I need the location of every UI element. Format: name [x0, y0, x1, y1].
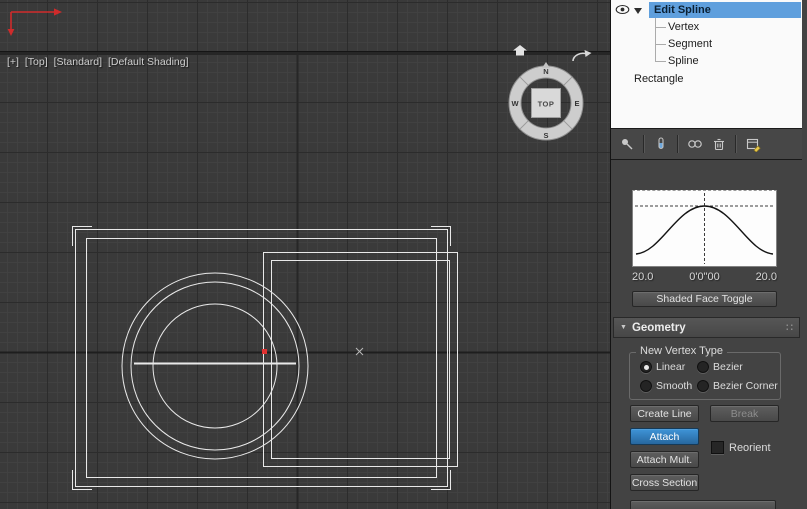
- viewcube-e-label: E: [574, 99, 579, 108]
- falloff-right-value: 20.0: [755, 271, 777, 283]
- falloff-left-value: 20.0: [632, 271, 654, 283]
- viewport-menu-general[interactable]: [+]: [7, 56, 19, 68]
- radio-bezier-corner[interactable]: Bezier Corner: [697, 380, 778, 392]
- falloff-values: 20.0 0'0"00 20.0: [632, 271, 777, 283]
- tree-line: [655, 27, 666, 28]
- tree-line: [655, 18, 656, 62]
- expand-collapse-icon[interactable]: [634, 8, 642, 14]
- rollout-grip-icon: ∷: [786, 322, 794, 334]
- falloff-center-value: 0'0"00: [689, 271, 720, 283]
- command-panel: Edit Spline Vertex Segment Spline Rectan…: [610, 0, 807, 509]
- new-vertex-type-group: New Vertex Type Linear Bezier Smooth Bez…: [629, 345, 781, 400]
- viewcube-w-label: W: [511, 99, 519, 108]
- max-window: [+] [Top] [Standard] [Default Shading] T…: [0, 0, 807, 509]
- radio-label: Bezier Corner: [713, 380, 778, 392]
- subobject-spline[interactable]: Spline: [668, 53, 699, 69]
- checkbox-label: Reorient: [729, 441, 771, 454]
- rollout-title: Geometry: [631, 321, 686, 334]
- modifier-item-edit-spline[interactable]: Edit Spline: [649, 2, 801, 18]
- modifier-stack-list[interactable]: Edit Spline Vertex Segment Spline Rectan…: [611, 0, 802, 129]
- radio-linear[interactable]: Linear: [640, 361, 685, 373]
- viewport-top[interactable]: [+] [Top] [Standard] [Default Shading] T…: [0, 0, 610, 509]
- radio-icon: [640, 380, 652, 392]
- subobject-segment[interactable]: Segment: [668, 36, 712, 52]
- world-axis-tripod-icon: [7, 8, 62, 36]
- viewcube-s-label: S: [543, 131, 548, 140]
- radio-smooth[interactable]: Smooth: [640, 380, 692, 392]
- cross-section-button[interactable]: Cross Section: [630, 474, 699, 491]
- break-button[interactable]: Break: [710, 405, 779, 422]
- pivot-cross-marker: [355, 347, 364, 356]
- radio-label: Smooth: [656, 380, 693, 392]
- remove-modifier-icon[interactable]: [707, 133, 731, 155]
- make-unique-icon[interactable]: [683, 133, 707, 155]
- radio-label: Linear: [656, 361, 686, 373]
- show-end-result-icon[interactable]: [649, 133, 673, 155]
- subobject-vertex[interactable]: Vertex: [668, 19, 699, 35]
- viewcube[interactable]: TOP N W E S: [504, 61, 588, 145]
- modifier-label: Edit Spline: [654, 4, 711, 16]
- checkbox-icon: [711, 441, 724, 454]
- viewcube-face-label: TOP: [538, 100, 555, 109]
- rollout-arrow-icon: ▼: [620, 324, 627, 331]
- partial-button[interactable]: [630, 500, 776, 509]
- radio-bezier[interactable]: Bezier: [697, 361, 743, 373]
- toolbar-separator: [735, 135, 737, 153]
- toolbar-separator: [643, 135, 645, 153]
- viewcube-n-label: N: [543, 67, 548, 76]
- attach-mult-button[interactable]: Attach Mult.: [630, 451, 699, 468]
- geometry-rollout-header[interactable]: ▼ Geometry ∷: [613, 317, 800, 338]
- viewcube-graphic: TOP N W E S: [508, 62, 584, 141]
- viewport-label: [+] [Top] [Standard] [Default Shading]: [7, 56, 192, 68]
- radio-icon: [697, 361, 709, 373]
- viewport-menu-shading[interactable]: [Default Shading]: [108, 56, 189, 68]
- radio-label: Bezier: [713, 361, 743, 373]
- viewport-menu-renderer[interactable]: [Standard]: [54, 56, 102, 68]
- configure-modifier-sets-icon[interactable]: [741, 133, 765, 155]
- reorient-checkbox[interactable]: Reorient: [711, 441, 771, 454]
- radio-icon: [697, 380, 709, 392]
- toolbar-separator: [677, 135, 679, 153]
- shaded-face-toggle-button[interactable]: Shaded Face Toggle: [632, 291, 777, 307]
- radio-icon: [640, 361, 652, 373]
- viewcube-home-icon[interactable]: [512, 44, 528, 57]
- group-label: New Vertex Type: [636, 345, 727, 357]
- pin-stack-icon[interactable]: [615, 133, 639, 155]
- modifier-item-rectangle[interactable]: Rectangle: [634, 71, 684, 87]
- falloff-curve-graphic: [635, 193, 774, 264]
- attach-button[interactable]: Attach: [630, 428, 699, 445]
- modifier-stack-toolbar: [611, 129, 802, 160]
- tree-line: [655, 61, 666, 62]
- viewport-menu-pov[interactable]: [Top]: [25, 56, 48, 68]
- first-vertex-marker: [262, 349, 267, 354]
- tree-line: [655, 44, 666, 45]
- create-line-button[interactable]: Create Line: [630, 405, 699, 422]
- visibility-eye-icon[interactable]: [615, 4, 630, 15]
- falloff-curve-display: [632, 190, 777, 267]
